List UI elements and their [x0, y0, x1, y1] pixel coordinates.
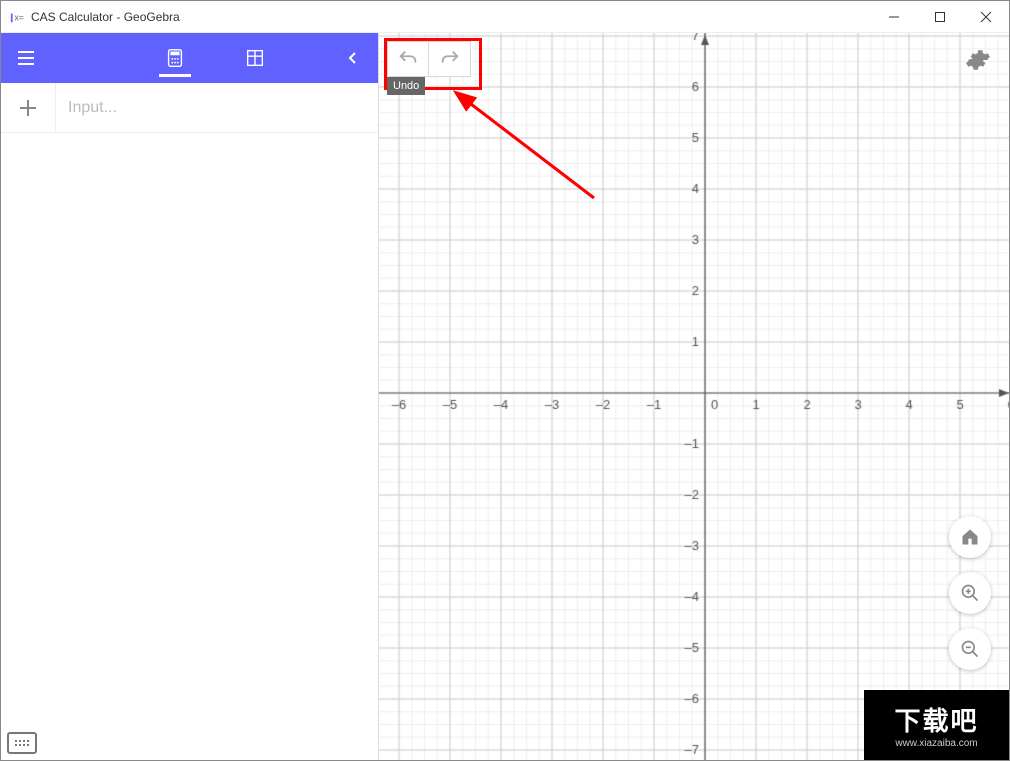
- undo-button[interactable]: [387, 41, 429, 77]
- left-panel: [1, 33, 379, 760]
- maximize-button[interactable]: [917, 1, 963, 32]
- close-button[interactable]: [963, 1, 1009, 32]
- zoom-out-button[interactable]: [949, 628, 991, 670]
- home-icon: [960, 527, 980, 547]
- home-view-button[interactable]: [949, 516, 991, 558]
- chevron-left-icon: [346, 51, 360, 65]
- app-icon: x=: [9, 9, 25, 25]
- graphics-view[interactable]: Undo 下载吧 www.xiazaiba.com: [379, 33, 1009, 760]
- undo-tooltip: Undo: [387, 77, 425, 95]
- window-titlebar: x= CAS Calculator - GeoGebra: [1, 1, 1009, 33]
- undo-icon: [397, 48, 419, 70]
- window-title: CAS Calculator - GeoGebra: [31, 10, 871, 24]
- settings-button[interactable]: [965, 47, 991, 78]
- zoom-in-icon: [960, 583, 980, 603]
- virtual-keyboard-button[interactable]: [7, 732, 37, 754]
- gear-icon: [965, 47, 991, 73]
- expression-input[interactable]: [56, 83, 378, 132]
- hamburger-menu-button[interactable]: [1, 33, 51, 83]
- coordinate-grid[interactable]: [379, 33, 1009, 760]
- left-toolbar: [1, 33, 378, 83]
- watermark: 下载吧 www.xiazaiba.com: [864, 690, 1009, 760]
- watermark-url: www.xiazaiba.com: [895, 738, 977, 749]
- zoom-out-icon: [960, 639, 980, 659]
- keyboard-icon: [15, 740, 29, 746]
- tab-table[interactable]: [235, 33, 275, 83]
- plus-icon: [19, 99, 37, 117]
- input-row: [1, 83, 378, 133]
- watermark-text: 下载吧: [894, 701, 978, 738]
- redo-button[interactable]: [429, 41, 471, 77]
- svg-text:x=: x=: [14, 12, 24, 22]
- table-icon: [244, 47, 266, 69]
- redo-icon: [439, 48, 461, 70]
- zoom-in-button[interactable]: [949, 572, 991, 614]
- collapse-panel-button[interactable]: [328, 33, 378, 83]
- tab-cas[interactable]: [155, 33, 195, 83]
- calculator-icon: [164, 47, 186, 69]
- minimize-button[interactable]: [871, 1, 917, 32]
- add-row-button[interactable]: [1, 83, 56, 133]
